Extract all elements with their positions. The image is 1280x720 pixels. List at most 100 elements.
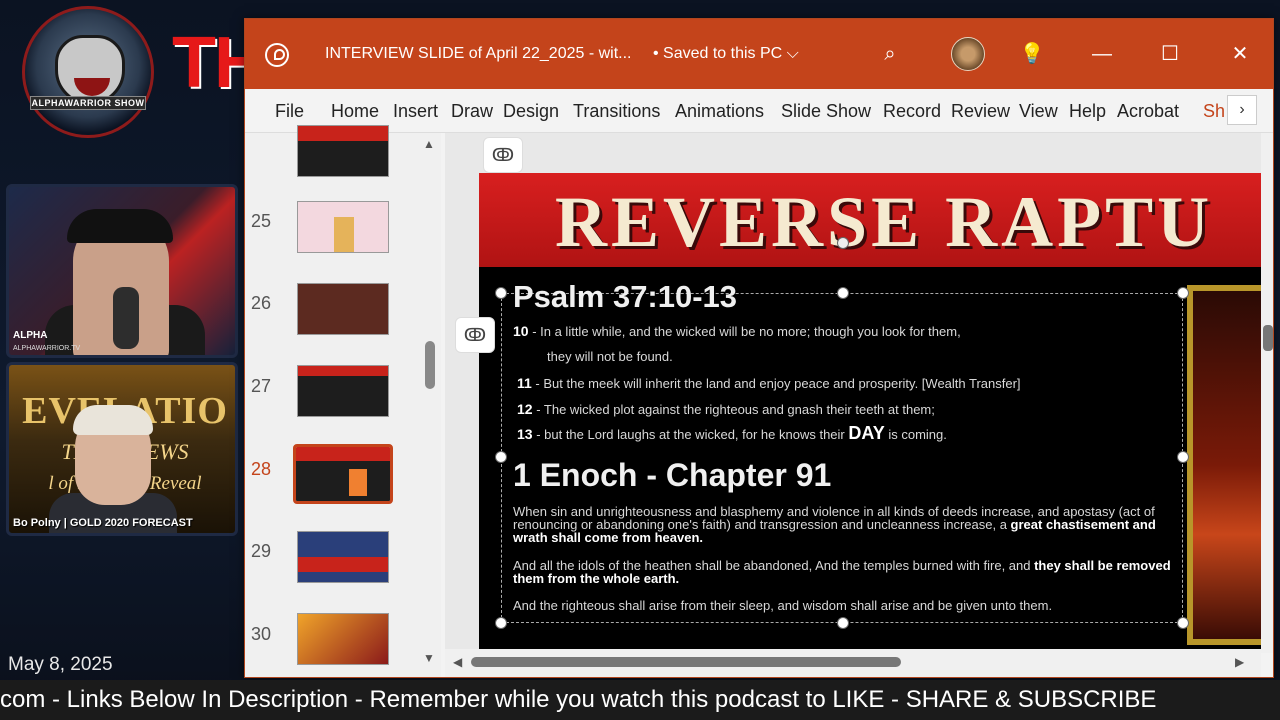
tab-share[interactable]: Sh	[1203, 101, 1225, 122]
horizontal-scrollbar[interactable]: ◀ ▶	[445, 649, 1261, 677]
enoch-title[interactable]: 1 Enoch - Chapter 91	[513, 457, 831, 494]
tab-design[interactable]: Design	[503, 101, 559, 122]
psalm-title[interactable]: Psalm 37:10-13	[513, 279, 737, 315]
tab-transitions[interactable]: Transitions	[573, 101, 660, 122]
resize-handle[interactable]	[1177, 287, 1189, 299]
host-camera: ALPHA ALPHAWARRIOR.TV	[6, 184, 238, 358]
tab-insert[interactable]: Insert	[393, 101, 438, 122]
verse-13[interactable]: 13 - but the Lord laughs at the wicked, …	[517, 423, 947, 444]
fire-image-frame[interactable]	[1187, 285, 1261, 645]
chevron-down-icon: ⌵	[786, 45, 799, 62]
enoch-paragraph-3[interactable]: And the righteous shall arise from their…	[513, 599, 1173, 612]
paragraph-text: And the righteous shall arise from their…	[513, 598, 1053, 613]
ticker-bar: com - Links Below In Description - Remem…	[0, 680, 1280, 720]
scroll-left-icon[interactable]: ◀	[453, 655, 462, 669]
host-label: ALPHA	[13, 330, 48, 341]
slide-thumbnail[interactable]	[297, 125, 389, 177]
verse-text-tail: is coming.	[884, 427, 947, 442]
verse-number: 11	[517, 375, 532, 391]
banner-title[interactable]: REVERSE RAPTU	[555, 181, 1213, 264]
enoch-paragraph-1[interactable]: When sin and unrighteousness and blasphe…	[513, 505, 1173, 544]
verse-text: they will not be found.	[547, 349, 673, 364]
slide-number: 30	[251, 624, 272, 644]
tab-file[interactable]: File	[275, 101, 304, 122]
scroll-right-icon[interactable]: ▶	[1235, 655, 1244, 669]
designer-icon[interactable]: ↂ	[455, 317, 495, 353]
slide-thumbnail-28[interactable]	[293, 444, 393, 504]
tab-home[interactable]: Home	[331, 101, 379, 122]
resize-handle[interactable]	[495, 287, 507, 299]
powerpoint-app-icon[interactable]	[265, 43, 289, 67]
slide-number: 27	[251, 376, 272, 396]
slide-number: 29	[251, 541, 272, 561]
verse-12[interactable]: 12 - The wicked plot against the righteo…	[517, 401, 935, 417]
ribbon-tabs: File Home Insert Draw Design Transitions…	[245, 89, 1273, 133]
guest-label: Bo Polny | GOLD 2020 FORECAST	[13, 517, 193, 529]
verse-text: - but the Lord laughs at the wicked, for…	[532, 427, 849, 442]
verse-11[interactable]: 11 - But the meek will inherit the land …	[517, 375, 1021, 391]
verse-number: 12	[517, 401, 533, 417]
tab-acrobat[interactable]: Acrobat	[1117, 101, 1179, 122]
powerpoint-window: INTERVIEW SLIDE of April 22_2025 - wit..…	[244, 18, 1274, 678]
tab-help[interactable]: Help	[1069, 101, 1106, 122]
logo-text: ALPHAWARRIOR SHOW	[30, 96, 146, 110]
slide-thumbnail-27[interactable]	[297, 365, 389, 417]
day-word: DAY	[848, 423, 885, 443]
tab-draw[interactable]: Draw	[451, 101, 493, 122]
verse-number: 13	[517, 426, 533, 442]
slide-banner: REVERSE RAPTU	[479, 173, 1261, 267]
verse-10-cont[interactable]: they will not be found.	[547, 349, 673, 364]
verse-text: - In a little while, and the wicked will…	[528, 324, 961, 339]
tab-slide-show[interactable]: Slide Show	[781, 101, 871, 122]
slide-thumbnail-25[interactable]	[297, 201, 389, 253]
search-icon[interactable]: ⌕	[877, 41, 903, 67]
designer-icon[interactable]: ↂ	[483, 137, 523, 173]
save-status-label: • Saved to this PC	[653, 45, 783, 62]
horizontal-scroll-thumb[interactable]	[471, 657, 901, 667]
close-button[interactable]: ✕	[1227, 41, 1253, 67]
resize-handle[interactable]	[495, 451, 507, 463]
vertical-scrollbar[interactable]	[1261, 133, 1273, 653]
tab-animations[interactable]: Animations	[675, 101, 764, 122]
microphone-icon	[113, 287, 139, 349]
verse-text: - But the meek will inherit the land and…	[531, 376, 1021, 391]
rotate-handle[interactable]	[837, 237, 849, 249]
slide-thumbnail-30[interactable]	[297, 613, 389, 665]
slide-thumbnail-26[interactable]	[297, 283, 389, 335]
resize-handle[interactable]	[495, 617, 507, 629]
verse-10[interactable]: 10 - In a little while, and the wicked w…	[513, 323, 961, 339]
resize-handle[interactable]	[837, 287, 849, 299]
lightbulb-icon[interactable]: 💡	[1019, 41, 1045, 67]
ribbon-scroll-right-button[interactable]: ›	[1227, 95, 1257, 125]
vertical-scroll-thumb[interactable]	[1263, 325, 1273, 351]
minimize-button[interactable]: —	[1089, 41, 1115, 67]
verse-number: 10	[513, 323, 529, 339]
current-slide: REVERSE RAPTU Psalm 37:10-13 10 - In a l…	[479, 173, 1261, 653]
slide-thumbnails-pane: 25 26 27 28 29 30 ▲ ▼	[245, 125, 441, 677]
thumbnails-scroll-down-icon[interactable]: ▼	[423, 651, 435, 665]
resize-handle[interactable]	[1177, 617, 1189, 629]
slide-editor: ↂ REVERSE RAPTU Psalm 37:10-13 10 - In a…	[445, 133, 1261, 653]
document-title: INTERVIEW SLIDE of April 22_2025 - wit..…	[325, 45, 632, 62]
resize-handle[interactable]	[1177, 451, 1189, 463]
resize-handle[interactable]	[837, 617, 849, 629]
host-sublabel: ALPHAWARRIOR.TV	[13, 345, 81, 352]
maximize-button[interactable]: ☐	[1157, 41, 1183, 67]
thumbnails-scrollbar[interactable]	[425, 341, 435, 389]
slide-thumbnail-29[interactable]	[297, 531, 389, 583]
tab-view[interactable]: View	[1019, 101, 1058, 122]
avatar[interactable]	[951, 37, 985, 71]
thumbnails-scroll-up-icon[interactable]: ▲	[423, 137, 435, 151]
tab-review[interactable]: Review	[951, 101, 1010, 122]
show-logo	[22, 6, 154, 138]
guest-camera: EVELATIO THE GO EWS l of Days T e Reveal…	[6, 362, 238, 536]
ticker-text: com - Links Below In Description - Remem…	[0, 686, 1157, 713]
save-status[interactable]: • Saved to this PC ⌵	[653, 45, 799, 63]
slide-number-active: 28	[251, 459, 272, 479]
title-bar: INTERVIEW SLIDE of April 22_2025 - wit..…	[245, 19, 1273, 89]
enoch-paragraph-2[interactable]: And all the idols of the heathen shall b…	[513, 559, 1173, 585]
slide-number: 26	[251, 293, 272, 313]
stream-date: May 8, 2025	[8, 654, 113, 675]
tab-record[interactable]: Record	[883, 101, 941, 122]
screen: ALPHAWARRIOR SHOW TH ALPHA ALPHAWARRIOR.…	[0, 0, 1280, 720]
